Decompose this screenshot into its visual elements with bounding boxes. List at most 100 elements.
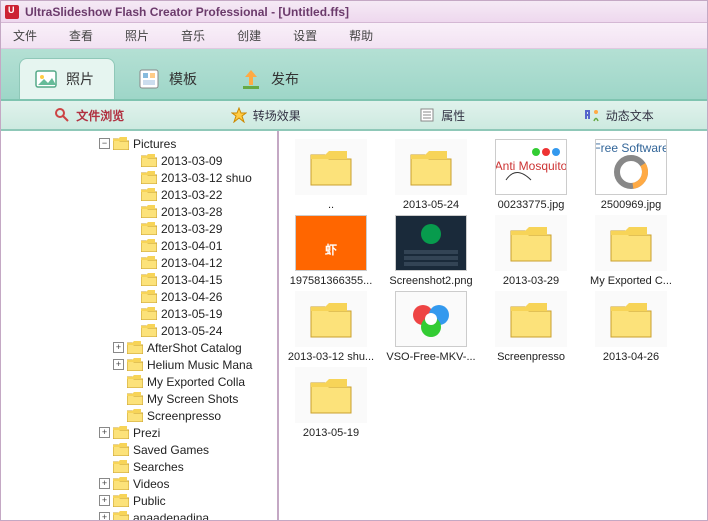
menu-item[interactable]: 创建 <box>237 27 261 44</box>
folder-icon <box>295 139 367 195</box>
toolbar-label: 动态文本 <box>606 107 654 124</box>
menubar: 文件 查看 照片 音乐 创建 设置 帮助 <box>1 23 707 49</box>
toolbar-label: 文件浏览 <box>76 107 124 124</box>
toolbar: 文件浏览 转场效果属性 动态文本 <box>1 101 707 131</box>
tree-label: Pictures <box>133 137 176 151</box>
grid-item[interactable]: 2013-05-19 <box>283 367 379 439</box>
tab-publish[interactable]: 发布 <box>225 59 319 99</box>
expand-toggle[interactable]: + <box>99 512 110 520</box>
template-icon <box>137 67 161 91</box>
tree-label: Saved Games <box>133 443 209 457</box>
tab-photo[interactable]: 照片 <box>19 58 115 99</box>
tree-label: 2013-04-15 <box>161 273 222 287</box>
tree-folder[interactable]: 2013-05-24 <box>1 322 277 339</box>
grid-item[interactable]: .. <box>283 139 379 211</box>
svg-text:Free Software: Free Software <box>596 141 666 155</box>
tree-label: 2013-03-29 <box>161 222 222 236</box>
tree-label: 2013-03-22 <box>161 188 222 202</box>
tree-folder[interactable]: + anaadenadina <box>1 509 277 520</box>
tabbar: 照片 模板 发布 <box>1 49 707 101</box>
tree-folder[interactable]: 2013-04-12 <box>1 254 277 271</box>
grid-item[interactable]: 虾197581366355... <box>283 215 379 287</box>
grid-item[interactable]: My Exported C... <box>583 215 679 287</box>
tree-folder[interactable]: Saved Games <box>1 441 277 458</box>
tree-label: Searches <box>133 460 184 474</box>
grid-item[interactable]: 2013-05-24 <box>383 139 479 211</box>
toolbar-item[interactable]: 文件浏览 <box>1 107 178 124</box>
tab-template[interactable]: 模板 <box>123 59 217 99</box>
tree-folder[interactable]: 2013-04-01 <box>1 237 277 254</box>
folder-tree-pane[interactable]: − Pictures 2013-03-09 2013-03-12 shuo 2013-0… <box>1 131 279 520</box>
folder-icon <box>595 215 667 271</box>
tree-folder[interactable]: +Helium Music Mana <box>1 356 277 373</box>
expand-toggle[interactable]: + <box>113 359 124 370</box>
publish-icon <box>239 67 263 91</box>
item-label: 2013-05-19 <box>303 427 359 439</box>
tree-folder[interactable]: +AfterShot Catalog <box>1 339 277 356</box>
tree-label: 2013-04-12 <box>161 256 222 270</box>
grid-item[interactable]: VSO-Free-MKV-... <box>383 291 479 363</box>
toolbar-item[interactable]: 动态文本 <box>531 107 708 124</box>
tree-folder[interactable]: Screenpresso <box>1 407 277 424</box>
expand-toggle[interactable]: + <box>99 427 110 438</box>
tree-label: 2013-04-01 <box>161 239 222 253</box>
tree-folder[interactable]: +Prezi <box>1 424 277 441</box>
folder-icon <box>395 139 467 195</box>
menu-item[interactable]: 照片 <box>125 27 149 44</box>
tree-folder[interactable]: + Videos <box>1 475 277 492</box>
thumbnail-image: Free Software <box>595 139 667 195</box>
svg-text:Anti Mosquito: Anti Mosquito <box>496 159 566 173</box>
tree-label: 2013-03-12 shuo <box>161 171 252 185</box>
expand-toggle[interactable]: + <box>99 495 110 506</box>
item-label: 2500969.jpg <box>601 199 662 211</box>
grid-item[interactable]: Screenshot2.png <box>383 215 479 287</box>
item-label: 2013-03-12 shu... <box>288 351 374 363</box>
tree-folder[interactable]: Searches <box>1 458 277 475</box>
expand-toggle[interactable]: + <box>99 478 110 489</box>
tree-folder-pictures[interactable]: − Pictures <box>1 135 277 152</box>
folder-icon <box>595 291 667 347</box>
tree-folder[interactable]: 2013-03-12 shuo <box>1 169 277 186</box>
content-area: − Pictures 2013-03-09 2013-03-12 shuo 2013-0… <box>1 131 707 520</box>
tree-label: Public <box>133 494 166 508</box>
grid-item[interactable]: Anti Mosquito00233775.jpg <box>483 139 579 211</box>
tab-label: 照片 <box>66 69 94 89</box>
tree-folder[interactable]: 2013-03-09 <box>1 152 277 169</box>
tree-label: anaadenadina <box>133 511 209 521</box>
grid-item[interactable]: 2013-03-12 shu... <box>283 291 379 363</box>
tree-label: Videos <box>133 477 169 491</box>
tree-label: 2013-03-09 <box>161 154 222 168</box>
grid-item[interactable]: Screenpresso <box>483 291 579 363</box>
expand-toggle[interactable]: + <box>113 342 124 353</box>
toolbar-item[interactable]: 属性 <box>354 107 531 124</box>
menu-item[interactable]: 帮助 <box>349 27 373 44</box>
toolbar-icon <box>419 107 435 123</box>
tab-label: 发布 <box>271 69 299 89</box>
toolbar-icon <box>54 107 70 123</box>
item-label: VSO-Free-MKV-... <box>386 351 475 363</box>
grid-item[interactable]: 2013-04-26 <box>583 291 679 363</box>
thumbnail-image <box>395 215 467 271</box>
tree-folder[interactable]: 2013-03-22 <box>1 186 277 203</box>
expand-toggle[interactable]: − <box>99 138 110 149</box>
menu-item[interactable]: 音乐 <box>181 27 205 44</box>
tree-folder[interactable]: 2013-03-29 <box>1 220 277 237</box>
tree-folder[interactable]: My Exported Colla <box>1 373 277 390</box>
tree-folder[interactable]: My Screen Shots <box>1 390 277 407</box>
item-label: 2013-04-26 <box>603 351 659 363</box>
tree-folder[interactable]: 2013-03-28 <box>1 203 277 220</box>
tree-folder[interactable]: 2013-04-26 <box>1 288 277 305</box>
tree-folder[interactable]: + Public <box>1 492 277 509</box>
toolbar-item[interactable]: 转场效果 <box>178 107 355 124</box>
grid-item[interactable]: Free Software 2500969.jpg <box>583 139 679 211</box>
tree-folder[interactable]: 2013-04-15 <box>1 271 277 288</box>
grid-item[interactable]: 2013-03-29 <box>483 215 579 287</box>
menu-item[interactable]: 查看 <box>69 27 93 44</box>
tree-folder[interactable]: 2013-05-19 <box>1 305 277 322</box>
window-title: UltraSlideshow Flash Creator Professiona… <box>25 5 349 19</box>
thumbnail-grid-pane[interactable]: ..2013-05-24Anti Mosquito00233775.jpgFre… <box>279 131 707 520</box>
menu-item[interactable]: 设置 <box>293 27 317 44</box>
toolbar-icon <box>231 107 247 123</box>
menu-item[interactable]: 文件 <box>13 27 37 44</box>
folder-icon <box>295 291 367 347</box>
